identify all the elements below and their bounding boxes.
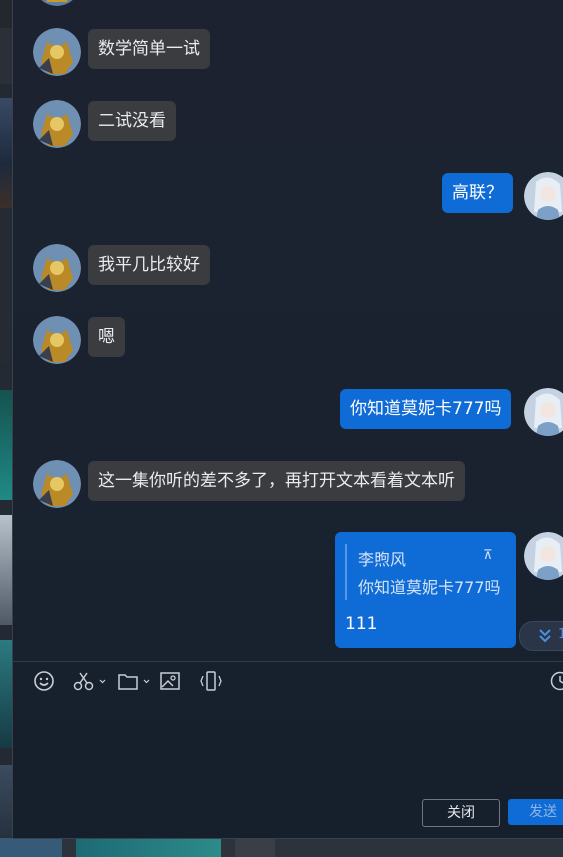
- message-list[interactable]: 数学简单一试 二试没看 高联？ 我平几比较好 嗯 你知道莫妮卡777吗 这一集你…: [13, 0, 563, 660]
- jump-to-quote-icon[interactable]: ⊼: [483, 548, 493, 563]
- self-avatar[interactable]: [524, 532, 563, 580]
- shake-icon[interactable]: [199, 670, 223, 694]
- outgoing-message[interactable]: 高联？: [442, 173, 513, 213]
- input-divider: [13, 661, 563, 662]
- contact-avatar[interactable]: [33, 244, 81, 292]
- contact-avatar[interactable]: [33, 0, 81, 6]
- new-message-count: 1: [558, 627, 563, 642]
- incoming-message[interactable]: 数学简单一试: [88, 29, 210, 69]
- contact-avatar[interactable]: [33, 28, 81, 76]
- contact-avatar[interactable]: [33, 460, 81, 508]
- contact-avatar[interactable]: [33, 316, 81, 364]
- self-avatar[interactable]: [524, 172, 563, 220]
- quoted-reply-message[interactable]: 李煦风 ⊼ 你知道莫妮卡777吗 111: [335, 532, 516, 648]
- incoming-message[interactable]: 我平几比较好: [88, 245, 210, 285]
- desktop-bottom-strip: [0, 838, 563, 857]
- scissors-icon[interactable]: [73, 670, 109, 694]
- folder-icon[interactable]: [117, 670, 153, 694]
- quote-bar: [345, 544, 347, 600]
- incoming-message[interactable]: 二试没看: [88, 101, 176, 141]
- self-avatar[interactable]: [524, 388, 563, 436]
- contact-avatar[interactable]: [33, 100, 81, 148]
- chat-window: 数学简单一试 二试没看 高联？ 我平几比较好 嗯 你知道莫妮卡777吗 这一集你…: [12, 0, 563, 839]
- desktop-background: [0, 0, 12, 857]
- double-chevron-down-icon: [539, 629, 551, 643]
- incoming-message[interactable]: 这一集你听的差不多了，再打开文本看着文本听: [88, 461, 465, 501]
- reply-text: 111: [345, 614, 378, 634]
- outgoing-message[interactable]: 你知道莫妮卡777吗: [340, 389, 512, 429]
- image-icon[interactable]: [159, 670, 181, 694]
- jump-to-new-messages-button[interactable]: 1: [519, 621, 563, 651]
- quoted-sender-name: 李煦风: [358, 550, 407, 569]
- input-toolbar: [13, 664, 563, 700]
- close-button[interactable]: 关闭: [422, 799, 500, 827]
- message-input[interactable]: [25, 704, 545, 792]
- emoji-icon[interactable]: [33, 670, 55, 694]
- history-icon[interactable]: [549, 670, 563, 694]
- incoming-message[interactable]: 嗯: [88, 317, 125, 357]
- quoted-text: 你知道莫妮卡777吗: [358, 578, 501, 597]
- send-button[interactable]: 发送: [508, 799, 563, 825]
